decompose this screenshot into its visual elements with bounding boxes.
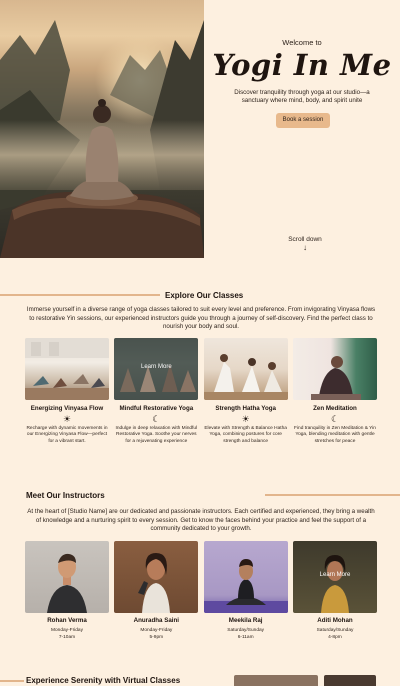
- instructor-photo: [203, 541, 288, 613]
- sun-icon: ☀: [241, 414, 250, 424]
- class-title: Strength Hatha Yoga: [215, 405, 276, 412]
- class-title: Energizing Vinyasa Flow: [30, 405, 104, 412]
- virtual-heading-rule: [0, 680, 24, 682]
- schedule-time: 4-8pm: [328, 635, 342, 641]
- schedule-time: 5-9pm: [149, 635, 164, 641]
- instructor-schedule: Monday-Friday 5-9pm: [114, 627, 198, 641]
- virtual-image-right: [324, 675, 376, 686]
- class-card-zen[interactable]: Zen Meditation ☾ Find tranquility in Zen…: [292, 338, 377, 445]
- sun-icon: ☀: [62, 414, 72, 424]
- learn-more-overlay[interactable]: Learn More: [293, 572, 377, 578]
- class-image-restorative: Learn More: [114, 338, 199, 400]
- instructor-card-anuradha[interactable]: Anuradha Saini Monday-Friday 5-9pm: [114, 541, 199, 641]
- class-title: Mindful Restorative Yoga: [119, 405, 194, 412]
- class-card-hatha[interactable]: Strength Hatha Yoga ☀ Elevate with Stren…: [203, 338, 288, 445]
- instructor-name: Aditi Mohan: [317, 617, 353, 624]
- virtual-image-left: [234, 675, 318, 686]
- schedule-days: Monday-Friday: [140, 628, 173, 633]
- learn-more-overlay[interactable]: Learn More: [114, 364, 198, 370]
- instructors-heading: Meet Our Instructors: [26, 491, 105, 500]
- moon-icon: ☾: [330, 414, 340, 424]
- schedule-days: Saturday/Sunday: [316, 628, 354, 633]
- classes-heading: Explore Our Classes: [165, 291, 244, 300]
- virtual-heading: Experience Serenity with Virtual Classes: [26, 676, 181, 685]
- schedule-days: Monday-Friday: [51, 628, 83, 633]
- brand-title: Yogi In Me: [212, 48, 392, 82]
- hero-section: Welcome to Yogi In Me Discover tranquili…: [0, 0, 400, 265]
- welcome-text: Welcome to: [282, 38, 322, 47]
- class-description: Recharge with dynamic movements in our E…: [26, 426, 108, 444]
- instructors-intro: At the heart of [Studio Name] are our de…: [27, 508, 375, 533]
- class-description: Indulge in deep relaxation with Mindful …: [115, 426, 198, 444]
- book-session-button[interactable]: Book a session: [276, 113, 330, 128]
- instructor-card-aditi[interactable]: Learn More Aditi Mohan Saturday/Sunday 4…: [292, 541, 377, 641]
- hero-text-panel: Welcome to Yogi In Me Discover tranquili…: [204, 0, 400, 258]
- classes-intro: Immerse yourself in a diverse range of y…: [26, 306, 376, 331]
- arrow-down-icon: ↓: [303, 243, 307, 252]
- scroll-down-link[interactable]: Scroll down ↓: [285, 236, 325, 253]
- instructor-photo: [114, 541, 199, 613]
- instructors-heading-rule: [265, 494, 400, 496]
- instructor-name: Meekila Raj: [228, 617, 263, 624]
- schedule-days: Saturday/Sunday: [227, 628, 265, 633]
- class-image-vinyasa: [25, 338, 109, 400]
- class-cards: Energizing Vinyasa Flow ☀ Recharge with …: [25, 338, 377, 445]
- hero-landscape-illustration: [0, 20, 204, 258]
- instructor-schedule: Saturday/Sunday 6-11am: [204, 627, 288, 641]
- classes-heading-rule: [0, 294, 160, 296]
- scroll-down-label: Scroll down: [288, 236, 322, 243]
- class-title: Zen Meditation: [313, 405, 357, 412]
- hero-tagline: Discover tranquility through yoga at our…: [234, 89, 370, 105]
- class-image-hatha: [203, 338, 288, 400]
- instructor-schedule: Monday-Friday 7-10am: [25, 627, 109, 641]
- schedule-time: 7-10am: [58, 635, 76, 641]
- instructor-photo: Learn More: [292, 541, 377, 613]
- instructor-schedule: Saturday/Sunday 4-8pm: [293, 627, 377, 641]
- hero-meditation-image: [0, 0, 204, 258]
- instructor-name: Anuradha Saini: [133, 617, 180, 624]
- class-image-zen: [292, 338, 377, 400]
- instructor-card-rohan[interactable]: Rohan Verma Monday-Friday 7-10am: [25, 541, 109, 641]
- moon-icon: ☾: [152, 414, 161, 424]
- class-card-vinyasa[interactable]: Energizing Vinyasa Flow ☀ Recharge with …: [25, 338, 109, 445]
- instructor-photo: [25, 541, 109, 613]
- instructor-cards: Rohan Verma Monday-Friday 7-10am Anuradh…: [25, 541, 377, 641]
- class-description: Elevate with Strength & Balance Hatha Yo…: [204, 426, 287, 444]
- instructor-name: Rohan Verma: [47, 617, 87, 624]
- schedule-time: 6-11am: [237, 635, 254, 641]
- class-card-restorative[interactable]: Learn More Mindful Restorative Yoga ☾ In…: [114, 338, 199, 445]
- class-description: Find tranquility in Zen Meditation & Yin…: [294, 426, 376, 444]
- instructor-card-meekila[interactable]: Meekila Raj Saturday/Sunday 6-11am: [203, 541, 288, 641]
